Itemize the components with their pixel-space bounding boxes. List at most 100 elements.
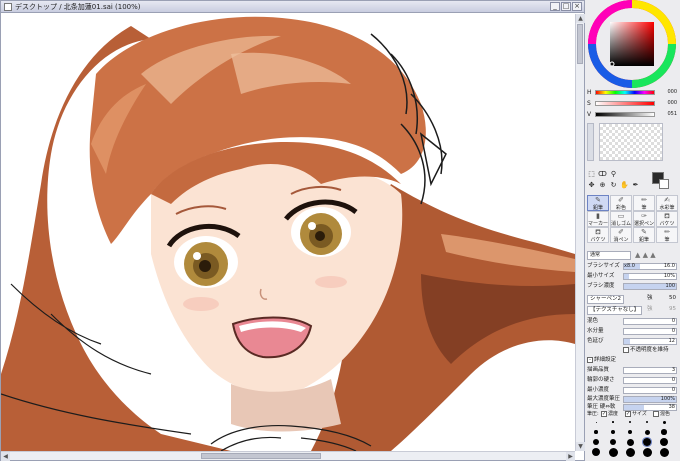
scroll-up-arrow-icon[interactable]: ▲ [576, 14, 585, 23]
brush-brush-2[interactable]: ✏ 筆 [656, 227, 678, 243]
brush-size-preset-dot[interactable] [629, 421, 631, 423]
brush-size-preset-dot[interactable] [645, 420, 649, 424]
rotate-icon[interactable]: ↻ [609, 181, 618, 190]
min-density-slider[interactable]: 0 [623, 387, 677, 394]
canvas-vertical-scrollbar[interactable]: ▲ ▼ [575, 14, 585, 451]
brush-size-preset-dot[interactable] [661, 429, 667, 435]
canvas-horizontal-scrollbar[interactable]: ◀ ▶ [1, 451, 575, 461]
value-row[interactable]: V 051 [587, 110, 678, 119]
blend-row[interactable]: 混色 0 [587, 317, 678, 326]
close-button[interactable]: × [572, 2, 582, 11]
brush-size-preset-dot[interactable] [609, 438, 617, 446]
saturation-slider[interactable] [595, 101, 655, 106]
brush-shape-row[interactable]: シャーペン2 強 50 [587, 294, 678, 304]
saturation-value[interactable]: 000 [657, 100, 677, 107]
max-pressure-slider[interactable]: 100% [623, 396, 677, 403]
brush-size-preset-dot[interactable] [642, 447, 652, 457]
brush-brush[interactable]: ✏ 筆 [633, 195, 655, 211]
background-color-swatch[interactable] [659, 179, 669, 189]
value-slider[interactable] [595, 112, 655, 117]
saturation-row[interactable]: S 000 [587, 99, 678, 108]
brush-size-multiplier[interactable]: x8.0 [624, 262, 635, 271]
minimize-button[interactable]: _ [550, 2, 560, 11]
brush-size-preset-dot[interactable] [626, 438, 634, 446]
hand-icon[interactable]: ✋ [620, 181, 629, 190]
brush-size-value: 16.0 [663, 263, 675, 269]
brush-size-row[interactable]: ブラシサイズ 16.0 x8.0 [587, 262, 678, 271]
select-rect-icon[interactable]: ⬚ [587, 170, 596, 179]
brush-airbrush[interactable]: ✐ 彩色 [610, 195, 632, 211]
brush-size-preset-dot[interactable] [660, 438, 668, 446]
brush-size-preset-dot[interactable] [594, 430, 598, 434]
persistence-row[interactable]: 色延び 12 [587, 337, 678, 346]
brush-erase-pen[interactable]: ✐ 消ペン [610, 227, 632, 243]
brush-size-preset-dot[interactable] [593, 439, 599, 445]
keep-opacity-checkbox[interactable]: 不透明度を維持 [623, 346, 669, 355]
brush-select-pen[interactable]: ✑ 選択ペン [633, 211, 655, 227]
keep-opacity-row[interactable]: 不透明度を維持 [587, 346, 678, 355]
move-icon[interactable]: ✥ [587, 181, 596, 190]
texture-select[interactable]: 【テクスチャなし】 [587, 306, 643, 315]
maximize-button[interactable]: □ [561, 2, 571, 11]
brush-size-preset-dot[interactable] [608, 447, 618, 457]
hue-value[interactable]: 000 [657, 89, 677, 96]
horizontal-scroll-thumb[interactable] [201, 453, 321, 459]
brush-size-preset-dot[interactable] [644, 429, 650, 435]
quality-select[interactable]: 3 [623, 367, 677, 374]
edge-hardness-slider[interactable]: 0 [623, 377, 677, 384]
hue-slider[interactable] [595, 90, 655, 95]
brush-size-preset-dot[interactable] [611, 430, 615, 434]
brush-watercolor[interactable]: ✍ 水彩筆 [656, 195, 678, 211]
brush-pencil-2[interactable]: ✎ 鉛筆 [633, 227, 655, 243]
left-blush [183, 297, 219, 311]
brush-size-preset-dot[interactable] [612, 421, 614, 423]
magic-wand-icon[interactable]: ⚲ [609, 170, 618, 179]
brush-marker[interactable]: ▮ マーカー [587, 211, 609, 227]
quality-row[interactable]: 描画品質 3 [587, 366, 678, 375]
brush-eraser[interactable]: ▭ 消しゴム [610, 211, 632, 227]
zoom-icon[interactable]: ⊕ [598, 181, 607, 190]
water-row[interactable]: 水分量 0 [587, 327, 678, 336]
brush-size-preset-dot[interactable] [595, 421, 597, 423]
detail-settings-row[interactable]: - 詳細設定 [587, 356, 678, 365]
hue-row[interactable]: H 000 [587, 88, 678, 97]
blend-slider[interactable]: 0 [623, 318, 677, 325]
color-wheel[interactable] [585, 0, 680, 88]
persistence-slider[interactable]: 12 [623, 338, 677, 345]
swatch-scrollbar[interactable] [587, 123, 594, 161]
brush-shape-select[interactable]: シャーペン2 [587, 295, 624, 304]
value-value[interactable]: 051 [657, 111, 677, 118]
brush-pencil[interactable]: ✎ 鉛筆 [587, 195, 609, 211]
shape-strength-value[interactable]: 50 [669, 294, 676, 303]
eyedropper-icon[interactable]: ✒ [631, 181, 640, 190]
title-bar[interactable]: デスクトップ / 北条加蓮01.sai (100%) _ □ × [1, 1, 584, 13]
edge-hardness-row[interactable]: 輪郭の硬さ 0 [587, 376, 678, 385]
vertical-scroll-thumb[interactable] [577, 24, 583, 64]
detail-settings-toggle[interactable]: - 詳細設定 [587, 356, 616, 365]
brush-bucket[interactable]: ⛾ バケツ [656, 211, 678, 227]
water-slider[interactable]: 0 [623, 328, 677, 335]
blend-mode-select[interactable]: 通常 [587, 251, 631, 260]
scroll-down-arrow-icon[interactable]: ▼ [576, 442, 585, 451]
density-slider[interactable]: 100 [623, 283, 677, 290]
brush-bucket-2[interactable]: ⛾ バケツ [587, 227, 609, 243]
brush-size-preset-dot[interactable] [642, 437, 652, 447]
brush-size-preset-dot[interactable] [662, 420, 666, 424]
texture-strength-value[interactable]: 95 [669, 305, 676, 314]
texture-row[interactable]: 【テクスチャなし】 強 95 [587, 305, 678, 315]
canvas-artwork[interactable] [1, 14, 575, 451]
swatch-grid[interactable] [599, 123, 663, 161]
brush-size-preset-dot[interactable] [627, 429, 633, 435]
scroll-right-arrow-icon[interactable]: ▶ [566, 452, 575, 461]
brush-size-preset-dot[interactable] [625, 447, 635, 457]
min-size-slider[interactable]: 10% [623, 273, 677, 280]
min-density-row[interactable]: 最小濃度 0 [587, 386, 678, 395]
brush-size-preset-dot[interactable] [591, 447, 601, 457]
density-row[interactable]: ブラシ濃度 100 [587, 282, 678, 291]
lasso-icon[interactable]: ↀ [598, 170, 607, 179]
scroll-left-arrow-icon[interactable]: ◀ [1, 452, 10, 461]
brush-size-preset-dot[interactable] [659, 447, 669, 457]
min-size-row[interactable]: 最小サイズ 10% [587, 272, 678, 281]
brush-shape-icon[interactable]: ▲ ▲ ▲ [635, 251, 656, 260]
quality-label: 描画品質 [587, 367, 610, 373]
